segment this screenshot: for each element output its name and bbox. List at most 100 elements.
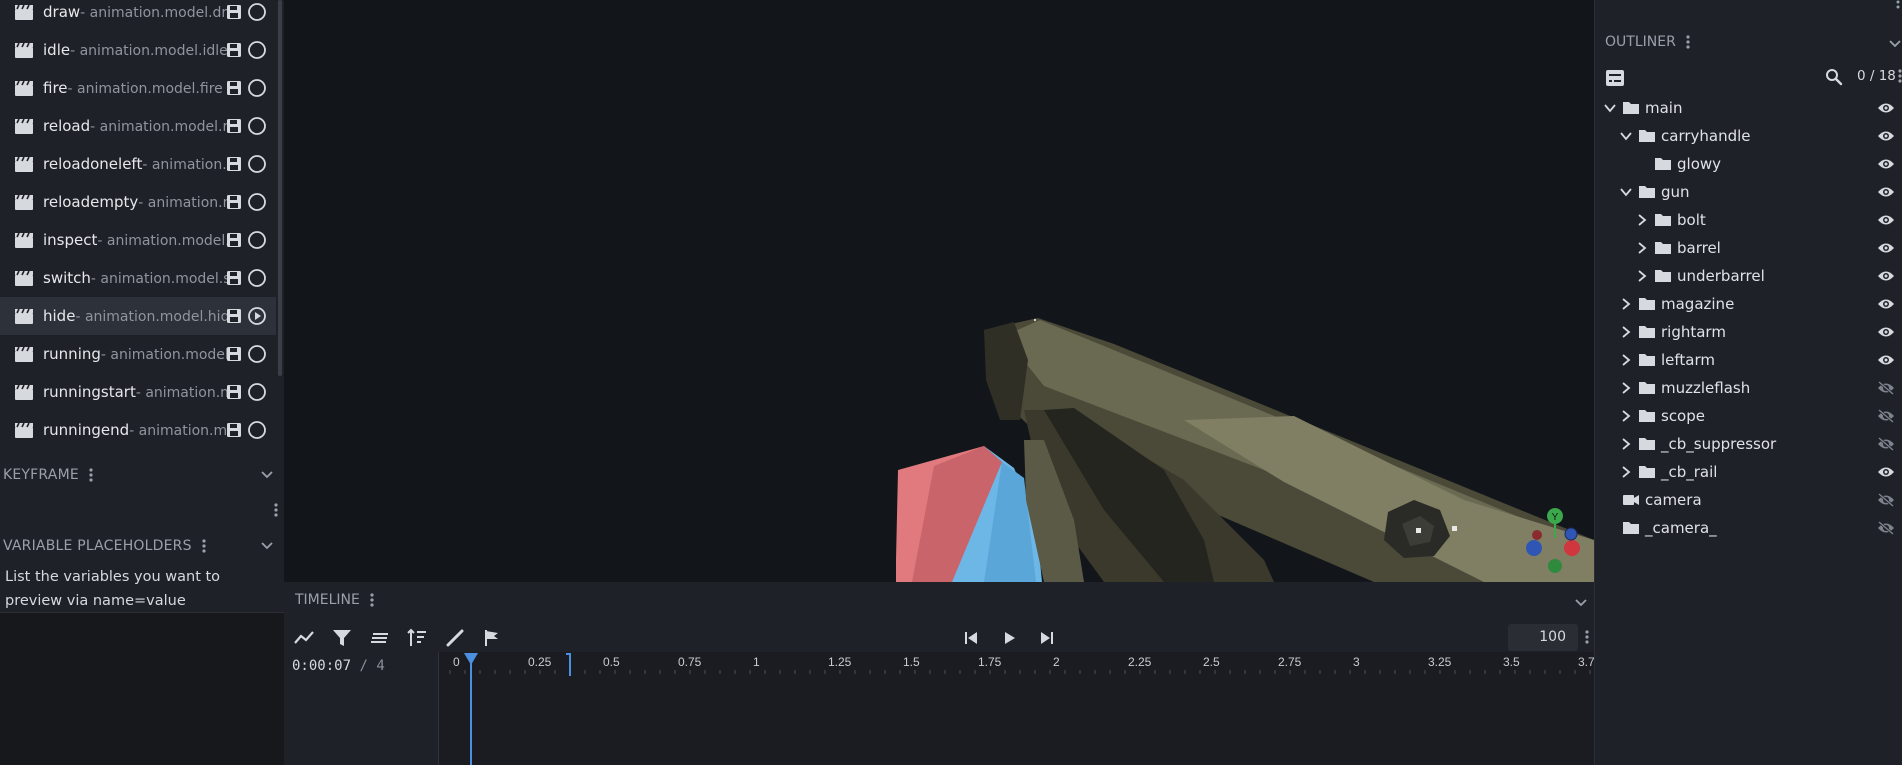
play-circle-icon[interactable]: [247, 306, 267, 326]
chevron-right-icon[interactable]: [1620, 298, 1632, 310]
eye-icon[interactable]: [1877, 269, 1895, 283]
save-icon[interactable]: [226, 270, 242, 286]
save-icon[interactable]: [226, 156, 242, 172]
eye-off-icon[interactable]: [1877, 381, 1895, 395]
animation-item[interactable]: reloadoneleft - animation.model.reloadon…: [0, 145, 276, 183]
loop-circle-icon[interactable]: [247, 192, 267, 212]
chevron-right-icon[interactable]: [1636, 214, 1648, 226]
brush-icon[interactable]: [444, 627, 466, 649]
gizmo-x-axis[interactable]: [1564, 540, 1580, 556]
outliner-item[interactable]: muzzleflash: [1595, 374, 1902, 402]
animation-item[interactable]: reload - animation.model.reload: [0, 107, 276, 145]
eye-icon[interactable]: [1877, 129, 1895, 143]
fps-input[interactable]: 100: [1508, 624, 1578, 651]
save-icon[interactable]: [226, 194, 242, 210]
eye-off-icon[interactable]: [1877, 493, 1895, 507]
eye-icon[interactable]: [1877, 241, 1895, 255]
outliner-item[interactable]: _camera_: [1595, 514, 1902, 542]
chevron-right-icon[interactable]: [1636, 270, 1648, 282]
more-options-icon[interactable]: [1686, 35, 1690, 49]
loop-circle-icon[interactable]: [247, 40, 267, 60]
more-options-icon[interactable]: [89, 468, 93, 482]
loop-circle-icon[interactable]: [247, 344, 267, 364]
save-icon[interactable]: [226, 422, 242, 438]
save-icon[interactable]: [226, 80, 242, 96]
save-icon[interactable]: [226, 42, 242, 58]
outliner-item[interactable]: _cb_suppressor: [1595, 430, 1902, 458]
chevron-down-icon[interactable]: [1604, 102, 1616, 114]
more-options-icon[interactable]: [1896, 0, 1900, 12]
animation-item[interactable]: running - animation.model.running: [0, 335, 276, 373]
loop-circle-icon[interactable]: [247, 78, 267, 98]
eye-icon[interactable]: [1877, 353, 1895, 367]
play-icon[interactable]: [1000, 629, 1018, 647]
gizmo-neg-y-axis[interactable]: [1548, 559, 1562, 573]
filter-icon[interactable]: [331, 627, 353, 649]
outliner-item[interactable]: gun: [1595, 178, 1902, 206]
outliner-item[interactable]: glowy: [1595, 150, 1902, 178]
bring-up-all-icon[interactable]: [369, 627, 391, 649]
timeline-ruler[interactable]: 0 0.25 0.5 0.75 1 1.25 1.5 1.75 2 2.25 2.5 2.75 3 3.2…: [439, 652, 1594, 765]
eye-off-icon[interactable]: [1877, 437, 1895, 451]
animation-item[interactable]: inspect - animation.model.inspect: [0, 221, 276, 259]
outliner-item[interactable]: magazine: [1595, 290, 1902, 318]
skip-to-end-icon[interactable]: [1038, 629, 1056, 647]
chevron-right-icon[interactable]: [1620, 354, 1632, 366]
more-options-icon[interactable]: [370, 593, 374, 607]
loop-circle-icon[interactable]: [247, 382, 267, 402]
chevron-right-icon[interactable]: [1620, 326, 1632, 338]
eye-icon[interactable]: [1877, 101, 1895, 115]
eye-off-icon[interactable]: [1877, 521, 1895, 535]
timeline-time-display[interactable]: 0:00:07 / 4: [292, 658, 385, 674]
outliner-item[interactable]: leftarm: [1595, 346, 1902, 374]
eye-icon[interactable]: [1877, 213, 1895, 227]
search-icon[interactable]: [1825, 68, 1843, 86]
add-group-icon[interactable]: [1605, 68, 1625, 88]
animation-item[interactable]: idle - animation.model.idle: [0, 31, 276, 69]
loop-circle-icon[interactable]: [247, 230, 267, 250]
save-icon[interactable]: [226, 308, 242, 324]
save-icon[interactable]: [226, 384, 242, 400]
chevron-right-icon[interactable]: [1636, 242, 1648, 254]
outliner-item[interactable]: _cb_rail: [1595, 458, 1902, 486]
save-icon[interactable]: [226, 232, 242, 248]
more-options-icon[interactable]: [202, 539, 206, 553]
graph-editor-icon[interactable]: [293, 627, 315, 649]
outliner-item[interactable]: scope: [1595, 402, 1902, 430]
animation-item[interactable]: runningend - animation.model.runningend: [0, 411, 276, 449]
animation-item[interactable]: hide - animation.model.hide: [0, 297, 276, 335]
variable-placeholders-input[interactable]: [0, 612, 284, 765]
collapse-chevron-icon[interactable]: [260, 468, 274, 482]
more-options-icon[interactable]: [1898, 69, 1902, 83]
loop-circle-icon[interactable]: [247, 2, 267, 22]
save-icon[interactable]: [226, 346, 242, 362]
gizmo-neg-x-axis[interactable]: [1532, 530, 1542, 540]
chevron-right-icon[interactable]: [1620, 466, 1632, 478]
animation-list-scrollbar[interactable]: [278, 0, 282, 376]
chevron-right-icon[interactable]: [1620, 438, 1632, 450]
collapse-chevron-icon[interactable]: [1574, 596, 1588, 610]
animation-item[interactable]: runningstart - animation.model.runningst…: [0, 373, 276, 411]
animation-item[interactable]: fire - animation.model.fire: [0, 69, 276, 107]
eye-icon[interactable]: [1877, 297, 1895, 311]
loop-circle-icon[interactable]: [247, 116, 267, 136]
outliner-item[interactable]: rightarm: [1595, 318, 1902, 346]
collapse-chevron-icon[interactable]: [1888, 37, 1902, 51]
skip-to-start-icon[interactable]: [962, 629, 980, 647]
gizmo-neg-z-axis[interactable]: [1526, 540, 1542, 556]
chevron-down-icon[interactable]: [1620, 186, 1632, 198]
save-icon[interactable]: [226, 118, 242, 134]
3d-viewport[interactable]: Y: [284, 0, 1594, 582]
flag-icon[interactable]: [481, 627, 503, 649]
outliner-item[interactable]: underbarrel: [1595, 262, 1902, 290]
animation-item[interactable]: draw - animation.model.draw: [0, 0, 276, 31]
eye-icon[interactable]: [1877, 325, 1895, 339]
chevron-right-icon[interactable]: [1620, 382, 1632, 394]
collapse-chevron-icon[interactable]: [260, 539, 274, 553]
outliner-item[interactable]: camera: [1595, 486, 1902, 514]
sort-icon[interactable]: [406, 627, 428, 649]
chevron-down-icon[interactable]: [1620, 130, 1632, 142]
outliner-item[interactable]: bolt: [1595, 206, 1902, 234]
outliner-item[interactable]: barrel: [1595, 234, 1902, 262]
loop-circle-icon[interactable]: [247, 154, 267, 174]
